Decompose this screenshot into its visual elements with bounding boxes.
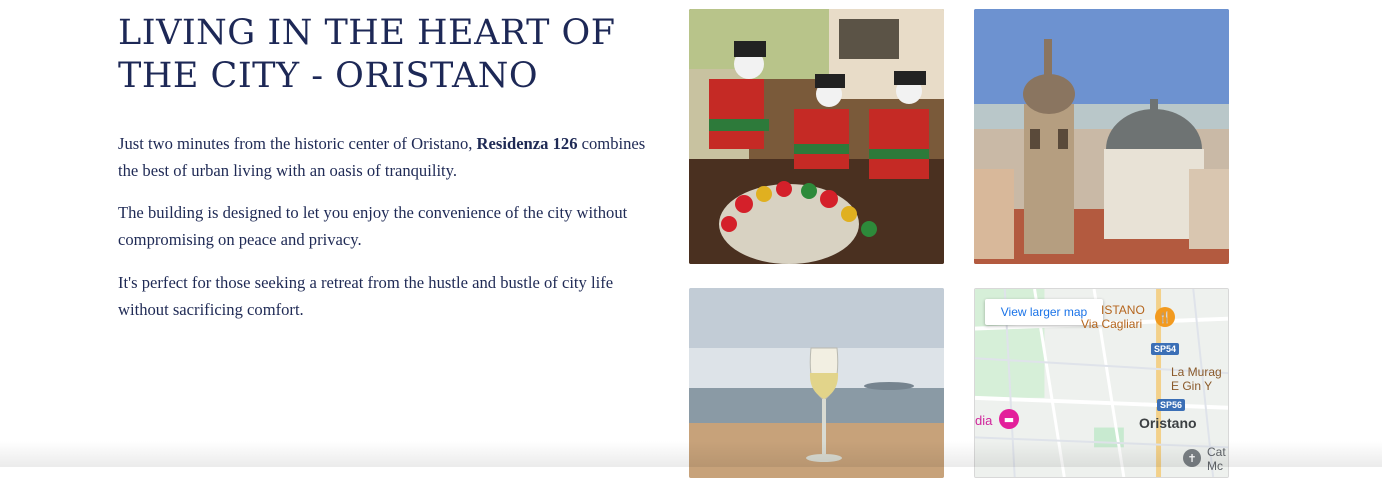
map-label-oristano-top: ISTANO (1101, 303, 1145, 317)
map-label-la-muragl: La Murag (1171, 365, 1222, 379)
hotel-icon[interactable]: ▬ (999, 409, 1019, 429)
map-label-oristano: Oristano (1139, 415, 1197, 431)
map-label-mc: Mc (1207, 459, 1223, 473)
map-label-cat: Cat (1207, 445, 1226, 459)
church-icon[interactable]: ✝ (1183, 449, 1201, 467)
map-label-dia: dia (975, 413, 993, 428)
location-map[interactable]: View larger map ISTANO Via Cagliari 🍴 SP… (974, 288, 1229, 478)
residence-name: Residenza 126 (476, 134, 578, 153)
map-label-gin: E Gin Y (1171, 379, 1213, 393)
cathedral-photo (974, 9, 1229, 264)
map-label-via-cagliari: Via Cagliari (1081, 317, 1143, 331)
wine-beach-photo (689, 288, 944, 478)
restaurant-icon[interactable]: 🍴 (1155, 307, 1175, 327)
road-shield-sp56: SP56 (1157, 399, 1186, 411)
carnival-photo (689, 9, 944, 264)
intro-paragraph: Just two minutes from the historic cente… (118, 130, 663, 184)
section-title: LIVING IN THE HEART OF THE CITY - ORISTA… (118, 13, 616, 96)
design-paragraph: The building is designed to let you enjo… (118, 203, 628, 249)
retreat-paragraph: It's perfect for those seeking a retreat… (118, 273, 614, 319)
road-shield-sp54: SP54 (1151, 343, 1180, 355)
intro-text-start: Just two minutes from the historic cente… (118, 134, 477, 153)
